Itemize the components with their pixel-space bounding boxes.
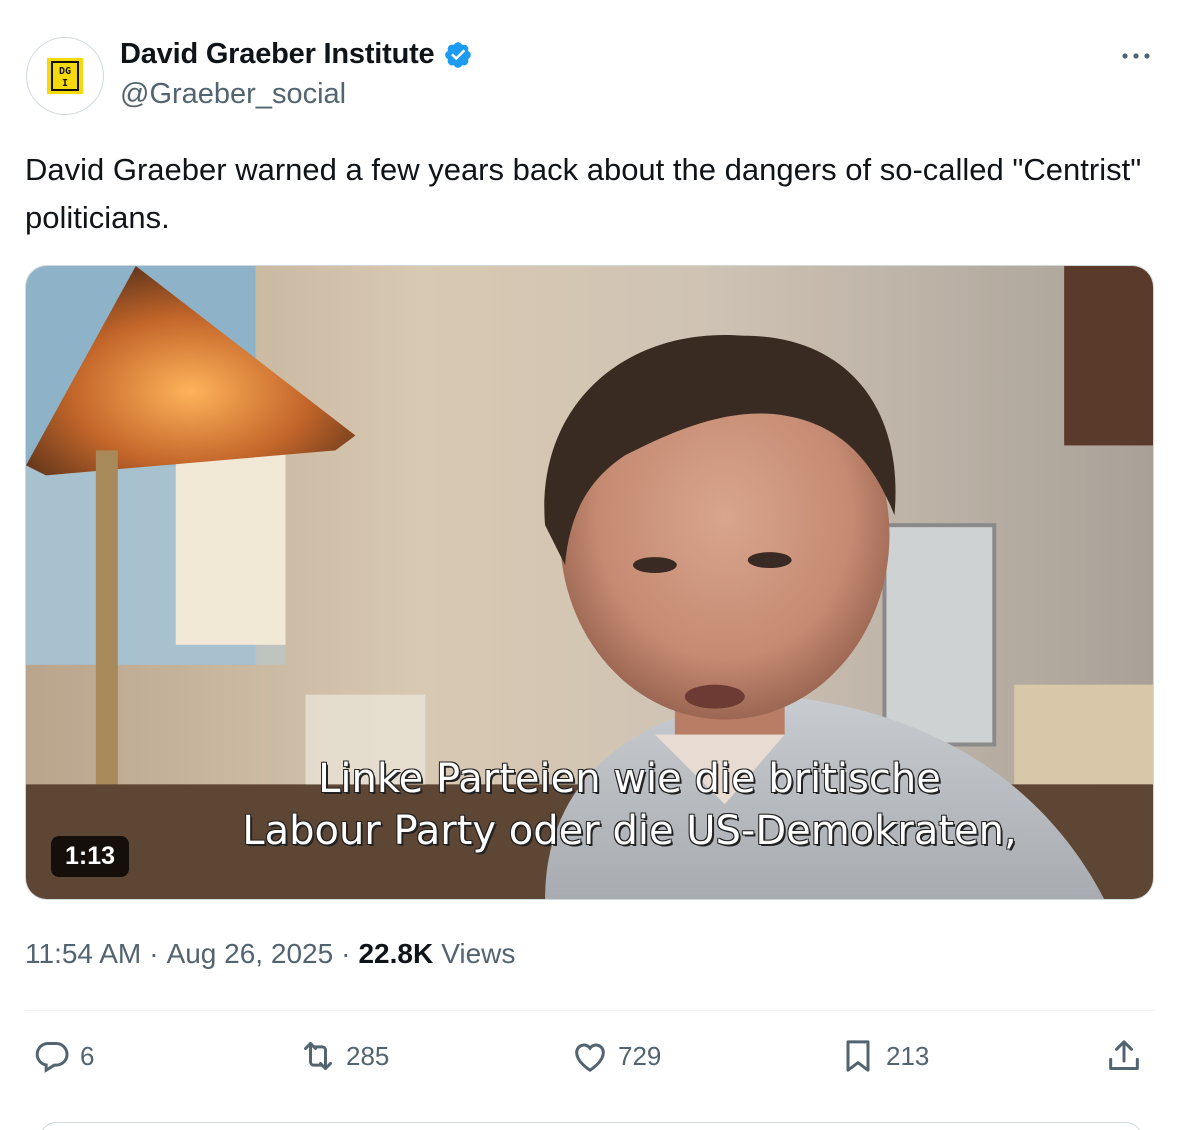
author-handle[interactable]: @Graeber_social xyxy=(120,78,346,111)
svg-text:I: I xyxy=(62,78,68,89)
views-count: 22.8K xyxy=(358,938,434,969)
repost-button[interactable]: 285 xyxy=(298,1036,389,1076)
verified-badge-icon xyxy=(443,40,473,70)
meta-separator: · xyxy=(341,938,351,969)
video-duration-badge: 1:13 xyxy=(51,836,130,877)
tweet: DG I David Graeber Institute @Graeber_so… xyxy=(0,0,1186,1130)
bookmark-button[interactable]: 213 xyxy=(838,1036,929,1076)
tweet-metadata: 11:54 AM · Aug 26, 2025 · 22.8K Views xyxy=(25,938,515,970)
tweet-text: David Graeber warned a few years back ab… xyxy=(25,152,1150,235)
author-display-name[interactable]: David Graeber Institute xyxy=(120,38,435,71)
bookmark-count: 213 xyxy=(886,1040,930,1071)
reply-button[interactable]: 6 xyxy=(32,1036,94,1076)
tweet-date[interactable]: Aug 26, 2025 xyxy=(167,938,334,970)
more-options-icon[interactable] xyxy=(1120,44,1152,68)
video-subtitle-line-1: Linke Parteien wie die britische xyxy=(318,756,941,802)
video-player[interactable]: Linke Parteien wie die britische Labour … xyxy=(25,265,1154,900)
tweet-time[interactable]: 11:54 AM xyxy=(25,938,141,970)
bookmark-icon xyxy=(846,1040,870,1072)
svg-text:DG: DG xyxy=(59,66,71,77)
reply-count: 6 xyxy=(80,1040,95,1071)
reply-composer[interactable] xyxy=(40,1122,1142,1130)
reply-icon xyxy=(35,1042,69,1073)
video-subtitle-line-2: Labour Party oder die US-Demokraten, xyxy=(242,808,1017,854)
meta-separator: · xyxy=(149,938,159,969)
divider xyxy=(25,1010,1155,1011)
like-count: 729 xyxy=(618,1040,662,1071)
heart-icon xyxy=(575,1043,605,1072)
like-button[interactable]: 729 xyxy=(570,1036,661,1076)
repost-icon xyxy=(304,1042,332,1070)
author-name-row[interactable]: David Graeber Institute xyxy=(120,38,473,71)
video-frame xyxy=(26,266,1153,899)
views-label: Views xyxy=(441,938,516,969)
share-button[interactable] xyxy=(1104,1036,1144,1076)
institute-logo: DG I xyxy=(47,58,83,94)
repost-count: 285 xyxy=(346,1040,390,1071)
author-avatar[interactable]: DG I xyxy=(26,37,104,115)
share-icon xyxy=(1109,1040,1139,1070)
